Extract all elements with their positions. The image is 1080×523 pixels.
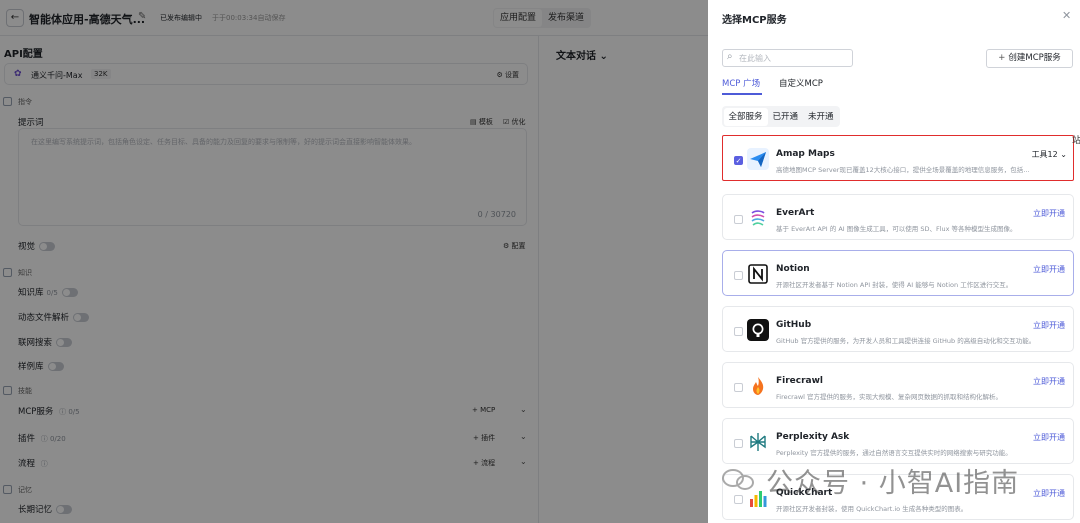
service-desc: 开源社区开发者基于 Notion API 封装，使得 AI 能够与 Notion…: [776, 281, 1013, 289]
enable-now-link[interactable]: 立即开通: [1033, 208, 1065, 219]
modal-overlay[interactable]: [0, 0, 708, 523]
mcp-select-drawer: 选择MCP服务 ✕ ⌕ +创建MCP服务 MCP 广场 自定义MCP 全部服务 …: [708, 0, 1080, 523]
service-card-notion[interactable]: Notion 开源社区开发者基于 Notion API 封装，使得 AI 能够与…: [722, 250, 1074, 296]
side-float-label: 站: [1072, 136, 1080, 146]
service-checkbox[interactable]: [734, 383, 743, 392]
service-name: GitHub: [776, 320, 812, 330]
search-input[interactable]: [739, 52, 849, 65]
service-desc: GitHub 官方提供的服务，为开发人员和工具提供连接 GitHub 的高级自动…: [776, 337, 1036, 345]
tab-mcp-square[interactable]: MCP 广场: [722, 77, 760, 89]
enable-now-link[interactable]: 立即开通: [1033, 264, 1065, 275]
wechat-watermark: 公众号 · 小智AI指南: [722, 460, 1019, 500]
watermark-text: 公众号 · 小智AI指南: [766, 467, 1020, 499]
service-name: Firecrawl: [776, 376, 824, 386]
service-filter: 全部服务 已开通 未开通: [722, 106, 841, 127]
filter-enabled[interactable]: 已开通: [768, 108, 804, 126]
service-name: EverArt: [776, 208, 815, 218]
service-name: Notion: [776, 264, 810, 274]
active-tab-underline: [722, 93, 762, 95]
service-tools-dropdown[interactable]: 工具12 ⌄: [1032, 149, 1067, 160]
service-card-everart[interactable]: EverArt 基于 EverArt API 的 AI 图像生成工具，可以使用 …: [722, 194, 1074, 240]
enable-now-link[interactable]: 立即开通: [1033, 488, 1065, 499]
everart-icon: [751, 210, 765, 226]
enable-now-link[interactable]: 立即开通: [1033, 376, 1065, 387]
notion-icon: [748, 264, 768, 284]
service-name: Perplexity Ask: [776, 432, 850, 442]
wechat-logo-icon: [722, 467, 756, 493]
drawer-title: 选择MCP服务: [722, 15, 787, 26]
service-desc: 高德地图MCP Server现已覆盖12大核心接口，提供全场景覆盖的地理信息服务…: [776, 166, 1034, 174]
search-icon: ⌕: [727, 51, 733, 62]
service-checkbox[interactable]: [734, 271, 743, 280]
service-card-amap[interactable]: ✓ Amap Maps 高德地图MCP Server现已覆盖12大核心接口，提供…: [722, 135, 1074, 181]
filter-all[interactable]: 全部服务: [723, 107, 768, 126]
firecrawl-icon: [753, 377, 764, 395]
service-desc: 开源社区开发者封装，使用 QuickChart.io 生成各种类型的图表。: [776, 505, 968, 513]
filter-disabled[interactable]: 未开通: [803, 108, 839, 126]
search-box: ⌕: [722, 49, 853, 67]
service-checkbox[interactable]: [734, 215, 743, 224]
service-checkbox[interactable]: [734, 439, 743, 448]
service-desc: Perplexity 官方提供的服务，通过自然语言交互提供实时的网络搜索与研究功…: [776, 449, 1012, 457]
service-name: Amap Maps: [776, 149, 835, 159]
perplexity-icon: [750, 433, 766, 451]
service-card-perplexity[interactable]: Perplexity Ask Perplexity 官方提供的服务，通过自然语言…: [722, 418, 1074, 464]
close-icon[interactable]: ✕: [1062, 9, 1071, 22]
service-checkbox[interactable]: ✓: [734, 156, 743, 165]
service-card-github[interactable]: GitHub GitHub 官方提供的服务，为开发人员和工具提供连接 GitHu…: [722, 306, 1074, 352]
amap-icon: [747, 148, 769, 170]
service-desc: 基于 EverArt API 的 AI 图像生成工具，可以使用 SD、Flux …: [776, 225, 1017, 233]
service-checkbox[interactable]: [734, 327, 743, 336]
tab-custom-mcp[interactable]: 自定义MCP: [779, 77, 823, 89]
github-icon: [747, 319, 769, 341]
service-card-firecrawl[interactable]: Firecrawl Firecrawl 官方提供的服务，实现大规模、复杂网页数据…: [722, 362, 1074, 408]
create-mcp-button[interactable]: + 创建MCP服务: [986, 49, 1073, 68]
enable-now-link[interactable]: 立即开通: [1033, 320, 1065, 331]
service-desc: Firecrawl 官方提供的服务，实现大规模、复杂网页数据的抓取和结构化解析。: [776, 393, 1003, 401]
enable-now-link[interactable]: 立即开通: [1033, 432, 1065, 443]
